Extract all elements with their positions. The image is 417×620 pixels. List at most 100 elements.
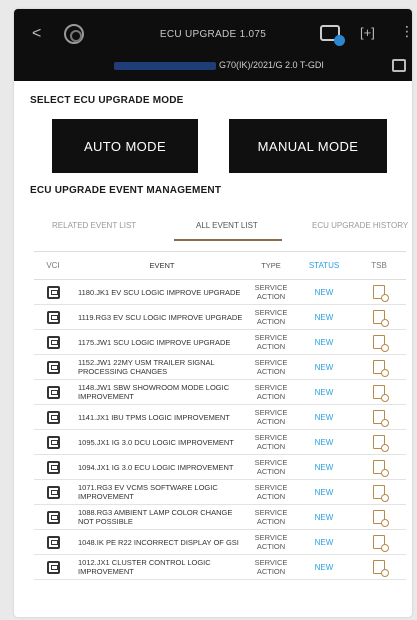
vci-cell[interactable] [34, 360, 72, 374]
tab-ecu-upgrade-history[interactable]: ECU UPGRADE HISTORY [312, 221, 408, 230]
vci-device-icon[interactable] [46, 535, 60, 549]
tsb-document-search-icon[interactable] [373, 510, 389, 527]
table-body: 1180.JK1 EV SCU LOGIC IMPROVE UPGRADE SER… [34, 280, 406, 580]
tsb-cell[interactable] [352, 360, 406, 377]
tsb-cell[interactable] [352, 410, 406, 427]
tsb-document-search-icon[interactable] [373, 360, 389, 377]
manual-mode-button[interactable]: MANUAL MODE [229, 119, 387, 173]
event-name: 1094.JX1 IG 3.0 ECU LOGIC IMPROVEMENT [78, 462, 234, 472]
vci-device-icon[interactable] [46, 335, 60, 349]
tsb-document-search-icon[interactable] [373, 485, 389, 502]
tsb-document-search-icon[interactable] [373, 460, 389, 477]
vci-cell[interactable] [34, 560, 72, 574]
event-type: SERVICE ACTION [254, 383, 288, 401]
tsb-cell[interactable] [352, 485, 406, 502]
status-badge: NEW [314, 512, 334, 522]
vci-cell[interactable] [34, 435, 72, 449]
auto-mode-button[interactable]: AUTO MODE [52, 119, 198, 173]
table-row[interactable]: 1088.RG3 AMBIENT LAMP COLOR CHANGE NOT P… [34, 505, 406, 530]
expand-button[interactable]: [+] [360, 25, 375, 40]
table-row[interactable]: 1180.JK1 EV SCU LOGIC IMPROVE UPGRADE SER… [34, 280, 406, 305]
status-badge: NEW [314, 337, 334, 347]
vci-cell[interactable] [34, 485, 72, 499]
event-type: SERVICE ACTION [254, 533, 288, 551]
vci-cell[interactable] [34, 310, 72, 324]
table-row[interactable]: 1071.RG3 EV VCMS SOFTWARE LOGIC IMPROVEM… [34, 480, 406, 505]
vehicle-info-icon[interactable] [392, 59, 406, 72]
tsb-document-search-icon[interactable] [373, 560, 389, 577]
tsb-document-search-icon[interactable] [373, 335, 389, 352]
tsb-document-search-icon[interactable] [373, 535, 389, 552]
event-type: SERVICE ACTION [254, 483, 288, 501]
event-table: VCI EVENT TYPE STATUS TSB 1180.JK1 EV SC… [34, 251, 406, 580]
tsb-document-search-icon[interactable] [373, 385, 389, 402]
tab-all-event-list[interactable]: ALL EVENT LIST [196, 221, 258, 230]
tsb-document-search-icon[interactable] [373, 410, 389, 427]
event-tabs: RELATED EVENT LIST ALL EVENT LIST ECU UP… [34, 217, 408, 243]
tsb-cell[interactable] [352, 535, 406, 552]
status-badge: NEW [314, 487, 334, 497]
table-row[interactable]: 1148.JW1 SBW SHOWROOM MODE LOGIC IMPROVE… [34, 380, 406, 405]
vehicle-connection-icon[interactable] [320, 25, 345, 46]
vci-cell[interactable] [34, 385, 72, 399]
mode-section-title: SELECT ECU UPGRADE MODE [30, 95, 184, 106]
vci-device-icon[interactable] [46, 435, 60, 449]
table-header: VCI EVENT TYPE STATUS TSB [34, 252, 406, 280]
status-badge: NEW [314, 562, 334, 572]
vci-cell[interactable] [34, 535, 72, 549]
vci-cell[interactable] [34, 335, 72, 349]
vci-device-icon[interactable] [46, 560, 60, 574]
tsb-document-search-icon[interactable] [373, 310, 389, 327]
status-badge: NEW [314, 437, 334, 447]
event-name: 1071.RG3 EV VCMS SOFTWARE LOGIC IMPROVEM… [78, 483, 218, 501]
table-row[interactable]: 1094.JX1 IG 3.0 ECU LOGIC IMPROVEMENT SER… [34, 455, 406, 480]
table-row[interactable]: 1012.JX1 CLUSTER CONTROL LOGIC IMPROVEME… [34, 555, 406, 580]
event-name: 1088.RG3 AMBIENT LAMP COLOR CHANGE NOT P… [78, 508, 233, 526]
event-name: 1152.JW1 22MY USM TRAILER SIGNAL PROCESS… [78, 358, 215, 376]
tab-related-event-list[interactable]: RELATED EVENT LIST [52, 221, 136, 230]
vci-device-icon[interactable] [46, 310, 60, 324]
vci-cell[interactable] [34, 510, 72, 524]
vci-device-icon[interactable] [46, 385, 60, 399]
vci-device-icon[interactable] [46, 460, 60, 474]
tsb-document-search-icon[interactable] [373, 285, 389, 302]
event-name: 1119.RG3 EV SCU LOGIC IMPROVE UPGRADE [78, 312, 243, 322]
tsb-cell[interactable] [352, 335, 406, 352]
status-badge: NEW [314, 362, 334, 372]
event-name: 1175.JW1 SCU LOGIC IMPROVE UPGRADE [78, 337, 231, 347]
tsb-cell[interactable] [352, 285, 406, 302]
tsb-cell[interactable] [352, 310, 406, 327]
tsb-cell[interactable] [352, 385, 406, 402]
vci-cell[interactable] [34, 460, 72, 474]
tsb-cell[interactable] [352, 560, 406, 577]
header-type: TYPE [261, 261, 281, 270]
app-title: ECU UPGRADE 1.075 [159, 29, 267, 40]
vci-cell[interactable] [34, 285, 72, 299]
tsb-cell[interactable] [352, 435, 406, 452]
vci-device-icon[interactable] [46, 485, 60, 499]
table-row[interactable]: 1119.RG3 EV SCU LOGIC IMPROVE UPGRADE SER… [34, 305, 406, 330]
vci-device-icon[interactable] [46, 285, 60, 299]
event-name: 1095.JX1 IG 3.0 DCU LOGIC IMPROVEMENT [78, 437, 234, 447]
table-row[interactable]: 1141.JX1 IBU TPMS LOGIC IMPROVEMENT SERVI… [34, 405, 406, 430]
table-row[interactable]: 1175.JW1 SCU LOGIC IMPROVE UPGRADE SERVIC… [34, 330, 406, 355]
tsb-document-search-icon[interactable] [373, 435, 389, 452]
status-badge: NEW [314, 312, 334, 322]
more-menu-button[interactable]: ⋮ [400, 23, 412, 40]
vci-device-icon[interactable] [46, 510, 60, 524]
status-badge: NEW [314, 287, 334, 297]
event-type: SERVICE ACTION [254, 308, 288, 326]
vci-cell[interactable] [34, 410, 72, 424]
event-type: SERVICE ACTION [254, 458, 288, 476]
vci-device-icon[interactable] [46, 360, 60, 374]
vci-device-icon[interactable] [46, 410, 60, 424]
table-row[interactable]: 1048.IK PE R22 INCORRECT DISPLAY OF GSI S… [34, 530, 406, 555]
active-tab-indicator [174, 239, 282, 241]
tsb-cell[interactable] [352, 510, 406, 527]
tsb-cell[interactable] [352, 460, 406, 477]
status-badge: NEW [314, 412, 334, 422]
status-badge: NEW [314, 462, 334, 472]
table-row[interactable]: 1152.JW1 22MY USM TRAILER SIGNAL PROCESS… [34, 355, 406, 380]
header-status: STATUS [308, 261, 340, 270]
table-row[interactable]: 1095.JX1 IG 3.0 DCU LOGIC IMPROVEMENT SER… [34, 430, 406, 455]
